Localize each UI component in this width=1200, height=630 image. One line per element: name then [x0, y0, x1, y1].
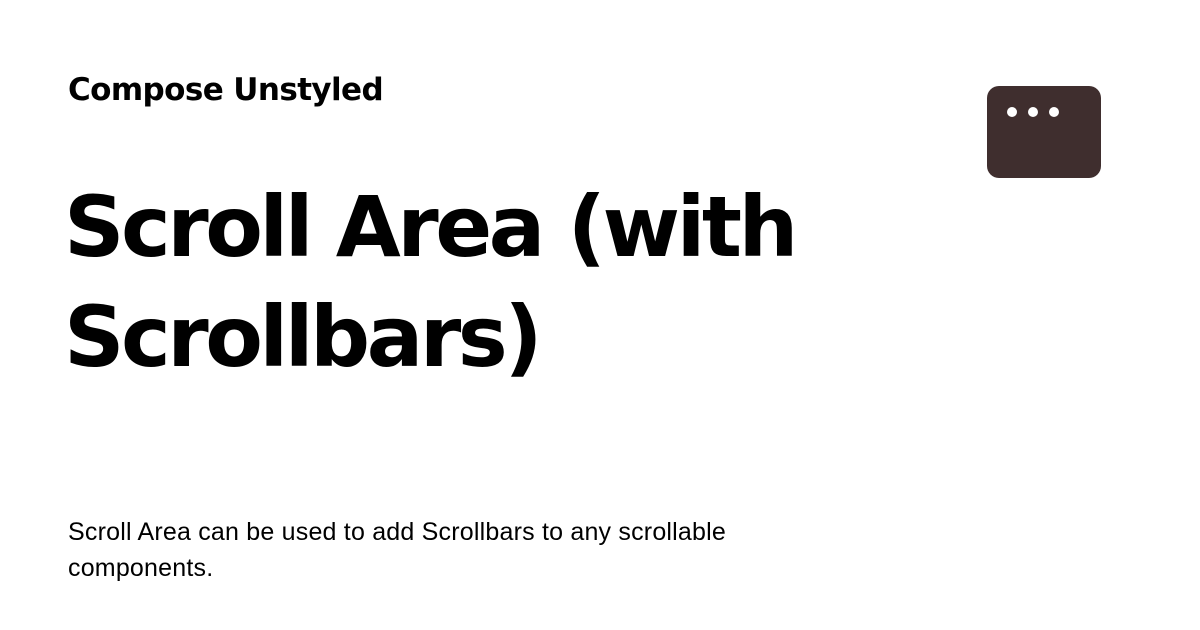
window-icon: [987, 86, 1101, 178]
og-card: Compose Unstyled Scroll Area (with Scrol…: [0, 0, 1200, 630]
window-dot-icon: [1049, 107, 1059, 117]
brand-name: Compose Unstyled: [68, 72, 384, 108]
window-dot-icon: [1028, 107, 1038, 117]
page-description: Scroll Area can be used to add Scrollbar…: [68, 518, 726, 582]
window-dot-icon: [1007, 107, 1017, 117]
page-title: Scroll Area (with Scrollbars): [64, 178, 798, 386]
